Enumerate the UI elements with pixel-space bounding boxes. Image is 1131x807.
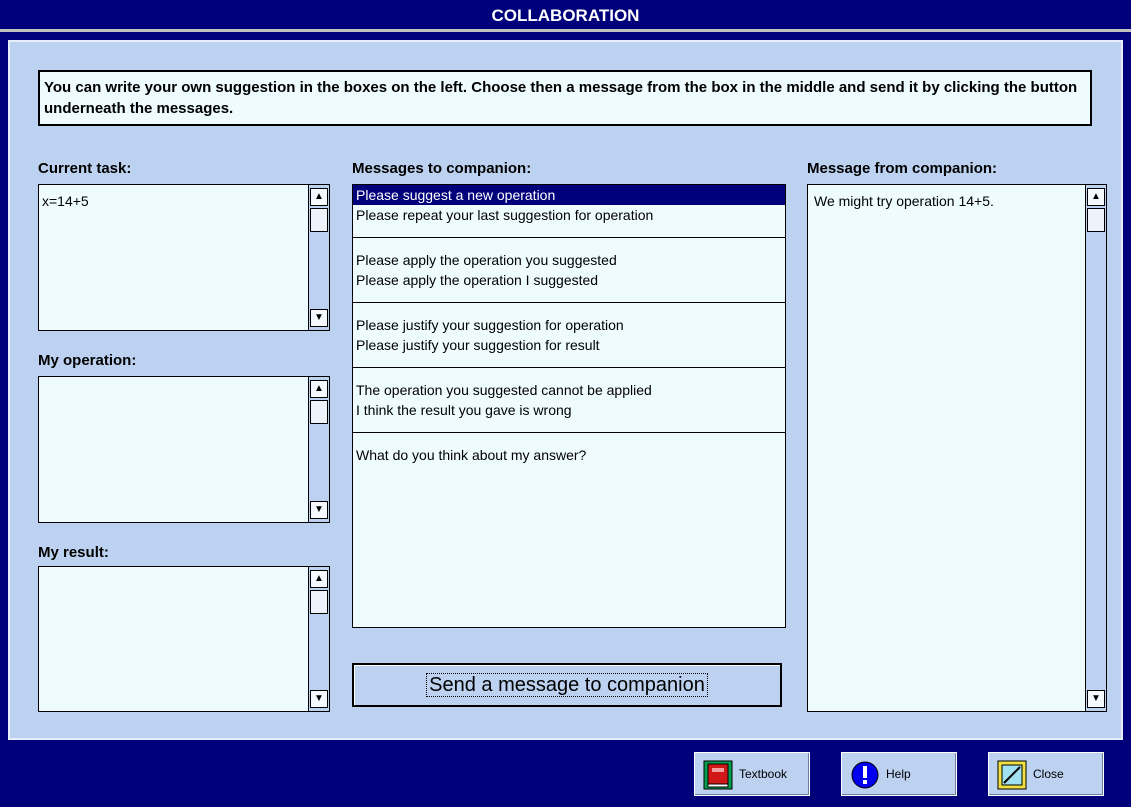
send-message-button[interactable]: Send a message to companion xyxy=(352,663,782,707)
textbook-label: Textbook xyxy=(739,767,788,781)
list-item[interactable]: Please justify your suggestion for resul… xyxy=(353,335,785,355)
list-separator xyxy=(353,367,785,368)
list-separator xyxy=(353,432,785,433)
help-button[interactable]: Help xyxy=(841,752,957,796)
my-operation-scrollbar[interactable]: ▲ ▼ xyxy=(308,377,329,522)
my-result-label: My result: xyxy=(38,544,109,561)
scroll-thumb[interactable] xyxy=(310,400,328,424)
list-separator xyxy=(353,237,785,238)
list-separator xyxy=(353,302,785,303)
list-item[interactable]: What do you think about my answer? xyxy=(353,445,785,465)
textbook-button[interactable]: Textbook xyxy=(694,752,810,796)
current-task-scrollbar[interactable]: ▲ ▼ xyxy=(308,185,329,330)
window-title: COLLABORATION xyxy=(0,0,1131,32)
arrow-up-icon[interactable]: ▲ xyxy=(310,570,328,588)
current-task-value: x=14+5 xyxy=(42,193,89,209)
close-icon xyxy=(997,760,1027,790)
list-item[interactable]: The operation you suggested cannot be ap… xyxy=(353,380,785,400)
list-item[interactable]: I think the result you gave is wrong xyxy=(353,400,785,420)
my-result-field[interactable]: ▲ ▼ xyxy=(38,566,330,712)
main-panel: You can write your own suggestion in the… xyxy=(8,40,1123,740)
list-item[interactable]: Please apply the operation you suggested xyxy=(353,250,785,270)
companion-message-field[interactable]: We might try operation 14+5. ▲ ▼ xyxy=(807,184,1107,712)
scroll-thumb[interactable] xyxy=(1087,208,1105,232)
arrow-up-icon[interactable]: ▲ xyxy=(310,380,328,398)
close-label: Close xyxy=(1033,767,1064,781)
scroll-thumb[interactable] xyxy=(310,208,328,232)
arrow-up-icon[interactable]: ▲ xyxy=(310,188,328,206)
book-icon xyxy=(703,760,733,790)
scroll-thumb[interactable] xyxy=(310,590,328,614)
companion-message-value: We might try operation 14+5. xyxy=(814,193,994,209)
close-button[interactable]: Close xyxy=(988,752,1104,796)
info-icon xyxy=(851,761,879,789)
my-operation-field[interactable]: ▲ ▼ xyxy=(38,376,330,523)
my-operation-label: My operation: xyxy=(38,352,137,369)
current-task-field[interactable]: x=14+5 ▲ ▼ xyxy=(38,184,330,331)
list-item[interactable]: Please repeat your last suggestion for o… xyxy=(353,205,785,225)
instructions-text: You can write your own suggestion in the… xyxy=(38,70,1092,126)
arrow-up-icon[interactable]: ▲ xyxy=(1087,188,1105,206)
arrow-down-icon[interactable]: ▼ xyxy=(1087,690,1105,708)
help-label: Help xyxy=(886,767,911,781)
current-task-label: Current task: xyxy=(38,160,132,177)
companion-label: Message from companion: xyxy=(807,160,998,177)
list-item[interactable]: Please apply the operation I suggested xyxy=(353,270,785,290)
collaboration-window: COLLABORATION You can write your own sug… xyxy=(0,0,1131,807)
messages-list[interactable]: Please suggest a new operation Please re… xyxy=(352,184,786,628)
list-item[interactable]: Please suggest a new operation xyxy=(353,185,785,205)
list-item[interactable]: Please justify your suggestion for opera… xyxy=(353,315,785,335)
send-message-label: Send a message to companion xyxy=(426,673,708,697)
my-result-scrollbar[interactable]: ▲ ▼ xyxy=(308,567,329,711)
companion-scrollbar[interactable]: ▲ ▼ xyxy=(1085,185,1106,711)
messages-label: Messages to companion: xyxy=(352,160,532,177)
arrow-down-icon[interactable]: ▼ xyxy=(310,309,328,327)
arrow-down-icon[interactable]: ▼ xyxy=(310,501,328,519)
arrow-down-icon[interactable]: ▼ xyxy=(310,690,328,708)
